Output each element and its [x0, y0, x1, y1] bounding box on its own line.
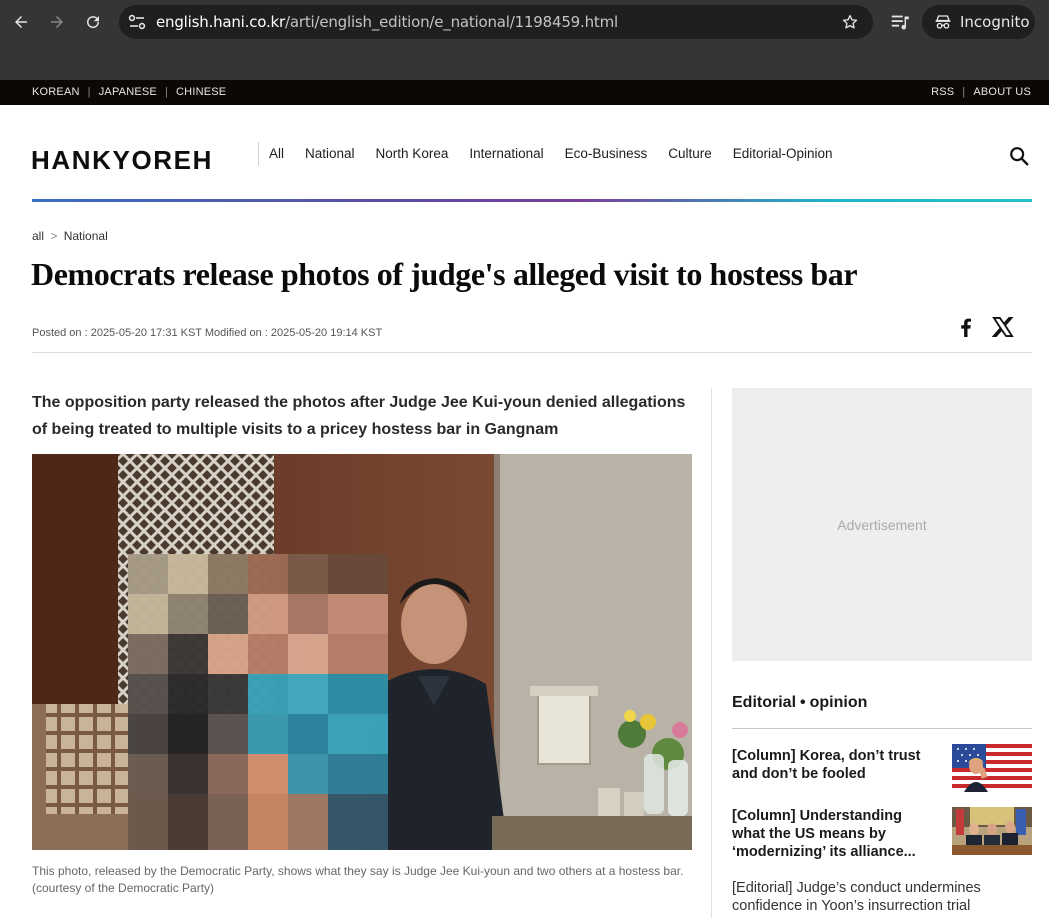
arrow-left-icon [15, 16, 27, 28]
arrow-right-icon [51, 16, 63, 28]
article-headline: Democrats release photos of judge's alle… [31, 256, 858, 292]
lang-link-japanese[interactable]: JAPANESE [99, 86, 157, 98]
about-us-link[interactable]: ABOUT US [973, 86, 1031, 98]
article-subhead: The opposition party released the photos… [32, 394, 686, 438]
address-bar[interactable]: english.hani.co.kr/arti/english_edition/… [119, 5, 873, 39]
forward-button[interactable] [43, 8, 71, 36]
divider [732, 728, 1032, 729]
article-dates: Posted on : 2025-05-20 17:31 KST Modifie… [32, 327, 383, 339]
site-logo[interactable]: HANKYOREH [31, 145, 213, 175]
divider [711, 388, 712, 918]
section-title-dot: • [800, 694, 806, 711]
facebook-icon[interactable] [956, 316, 976, 338]
opinion-item-thumbnail[interactable] [952, 744, 1032, 792]
divider [32, 352, 1032, 353]
url-host: english.hani.co.kr [156, 13, 286, 31]
header-gradient-rule [32, 199, 1032, 202]
opinion-item-title[interactable]: [Editorial] Judge’s conduct undermines c… [732, 879, 1032, 915]
nav-item-national[interactable]: National [305, 146, 355, 161]
thumbnail-image [952, 744, 1032, 792]
x-icon[interactable] [992, 317, 1014, 337]
nav-item-international[interactable]: International [469, 146, 543, 161]
nav-item-culture[interactable]: Culture [668, 146, 712, 161]
url-text[interactable]: english.hani.co.kr/arti/english_edition/… [156, 13, 618, 31]
advertisement-label: Advertisement [837, 516, 927, 533]
article-photo [32, 454, 692, 850]
nav-item-eco-business[interactable]: Eco-Business [565, 146, 648, 161]
nav-item-north-korea[interactable]: North Korea [376, 146, 449, 161]
rss-link[interactable]: RSS [931, 86, 954, 98]
url-path: /arti/english_edition/e_national/1198459… [285, 13, 618, 31]
divider [258, 142, 259, 166]
photo-caption: This photo, released by the Democratic P… [32, 864, 684, 895]
incognito-label: Incognito [960, 13, 1030, 31]
opinion-item-title[interactable]: [Column] Korea, don’t trust and don’t be… [732, 747, 932, 783]
opinion-item-thumbnail[interactable] [952, 807, 1032, 855]
breadcrumb-section[interactable]: National [64, 229, 108, 243]
browser-chrome: english.hani.co.kr/arti/english_edition/… [0, 0, 1049, 80]
sidebar-section-title[interactable]: Editorial • opinion [732, 694, 867, 712]
reload-button[interactable] [79, 8, 107, 36]
incognito-icon [935, 15, 951, 29]
lang-link-korean[interactable]: KOREAN [32, 86, 80, 98]
opinion-item-title[interactable]: [Column] Understanding what the US means… [732, 807, 932, 861]
site-utility-bar: KOREAN | JAPANESE | CHINESE RSS | ABOUT … [0, 80, 1049, 105]
main-nav: All National North Korea International E… [269, 146, 854, 161]
bookmark-star-icon[interactable] [841, 13, 859, 31]
breadcrumb: all > National [32, 229, 108, 243]
breadcrumb-separator: > [50, 229, 58, 243]
reload-icon [87, 16, 100, 29]
breadcrumb-root[interactable]: all [32, 229, 44, 243]
divider: | [87, 86, 91, 98]
back-button[interactable] [7, 8, 35, 36]
site-info-icon[interactable] [128, 14, 146, 30]
section-title-right: opinion [809, 694, 868, 711]
thumbnail-image [952, 807, 1032, 855]
divider: | [962, 86, 966, 98]
divider: | [164, 86, 169, 98]
nav-item-all[interactable]: All [269, 146, 284, 161]
browser-toolbar: english.hani.co.kr/arti/english_edition/… [0, 0, 1049, 44]
article-photo-image [32, 454, 692, 850]
incognito-indicator[interactable]: Incognito [922, 5, 1035, 39]
media-queue-icon[interactable] [889, 11, 911, 33]
advertisement-slot[interactable]: Advertisement [732, 388, 1032, 661]
lang-link-chinese[interactable]: CHINESE [176, 86, 226, 98]
search-icon[interactable] [1008, 145, 1030, 167]
nav-item-editorial-opinion[interactable]: Editorial-Opinion [733, 146, 833, 161]
utility-links: RSS | ABOUT US [931, 86, 1031, 98]
language-links: KOREAN | JAPANESE | CHINESE [32, 86, 226, 98]
share-buttons [956, 316, 1014, 338]
section-title-left: Editorial [732, 694, 797, 711]
